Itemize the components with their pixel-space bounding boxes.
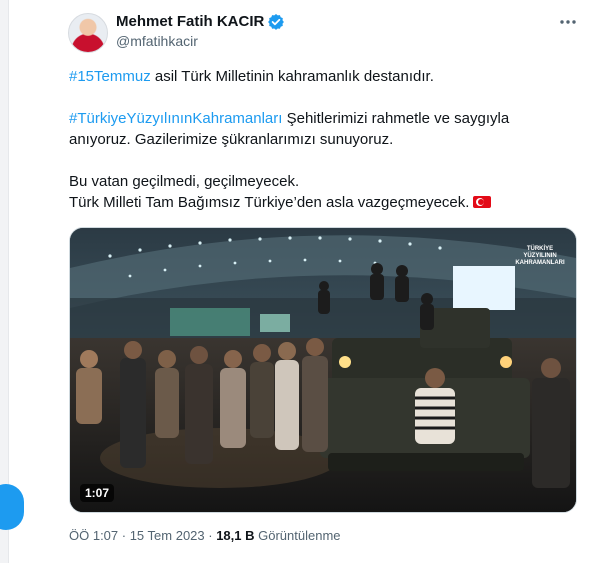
left-rail [0, 0, 9, 563]
video-frame [70, 228, 576, 512]
views-label: Görüntülenme [254, 528, 341, 543]
tweet-page: Mehmet Fatih KACIR @mfatihkacir #15Temmu… [0, 0, 600, 563]
author-display-name[interactable]: Mehmet Fatih KACIR [116, 13, 264, 30]
tweet-line-1: asil Türk Milletinin kahramanlık destanı… [150, 68, 434, 85]
views-count: 18,1 B [216, 528, 255, 543]
tweet-paragraph-2: #TürkiyeYüzyılınınKahramanları Şehitleri… [69, 108, 539, 150]
meta-separator: · [118, 528, 130, 543]
tweet-meta: ÖÖ 1:07 · 15 Tem 2023 · 18,1 B Görüntüle… [69, 528, 341, 543]
video-player[interactable]: TÜRKİYE YÜZYILININ KAHRAMANLARI 1:07 [69, 227, 577, 513]
more-options-icon[interactable] [558, 12, 578, 32]
author-name-row: Mehmet Fatih KACIR [116, 13, 285, 30]
tweet-paragraph-1: #15Temmuz asil Türk Milletinin kahramanl… [69, 66, 539, 87]
compose-button[interactable] [0, 484, 24, 530]
tweet-text: #15Temmuz asil Türk Milletinin kahramanl… [69, 66, 539, 213]
video-duration-badge: 1:07 [80, 484, 115, 502]
hashtag-link-kahramanlar[interactable]: #TürkiyeYüzyılınınKahramanları [69, 110, 282, 127]
tweet-time[interactable]: ÖÖ 1:07 [69, 528, 118, 543]
video-watermark-logo: TÜRKİYE YÜZYILININ KAHRAMANLARI [515, 246, 565, 266]
tweet-paragraph-3: Bu vatan geçilmedi, geçilmeyecek. Türk Mi… [69, 171, 539, 213]
verified-badge-icon [268, 13, 285, 30]
hashtag-link-15temmuz[interactable]: #15Temmuz [69, 68, 151, 85]
author-handle[interactable]: @mfatihkacir [116, 33, 198, 49]
tweet-line-3: Bu vatan geçilmedi, geçilmeyecek. [69, 173, 300, 190]
turkey-flag-icon [473, 196, 492, 208]
tweet-date[interactable]: 15 Tem 2023 [130, 528, 205, 543]
avatar[interactable] [68, 13, 108, 53]
meta-separator: · [204, 528, 217, 543]
tweet-line-4: Türk Milleti Tam Bağımsız Türkiye’den as… [69, 194, 470, 211]
